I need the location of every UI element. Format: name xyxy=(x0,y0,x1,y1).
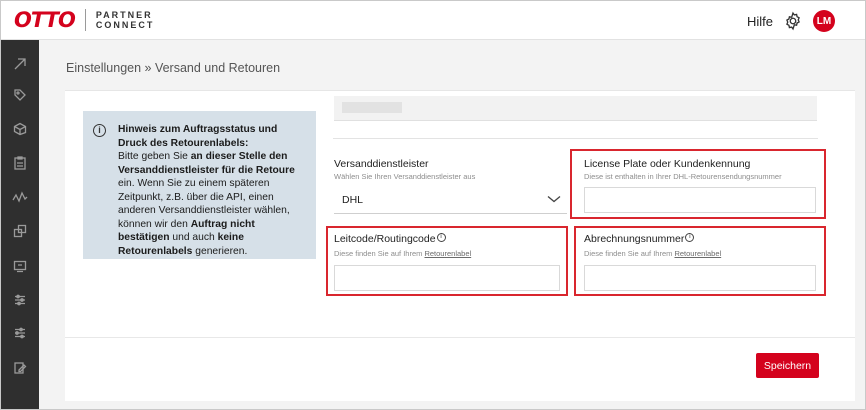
leitcode-label: Leitcode/Routingcode xyxy=(334,233,436,245)
hint-text-1: Bitte geben Sie xyxy=(118,151,191,162)
carrier-select[interactable]: DHL xyxy=(334,187,567,214)
footer-divider xyxy=(65,337,855,338)
document-edit-icon[interactable] xyxy=(10,358,30,378)
blurred-content xyxy=(342,102,402,113)
logo-line-1: PARTNER xyxy=(95,10,153,20)
abrechnung-help: Diese finden Sie auf Ihrem Retourenlabel xyxy=(584,249,721,258)
hint-text-3: und auch xyxy=(169,232,218,243)
logo-separator xyxy=(84,9,86,31)
save-button[interactable]: Speichern xyxy=(756,353,819,378)
shop-icon[interactable] xyxy=(10,256,30,276)
leitcode-help-link[interactable]: Retourenlabel xyxy=(424,249,471,258)
top-right-actions: Hilfe LM xyxy=(747,10,835,32)
info-icon[interactable]: i xyxy=(436,233,446,242)
license-plate-label: License Plate oder Kundenkennung xyxy=(584,158,751,170)
leitcode-help: Diese finden Sie auf Ihrem Retourenlabel xyxy=(334,249,471,258)
carrier-help: Wählen Sie Ihren Versanddienstleister au… xyxy=(334,172,476,181)
carrier-label: Versanddienstleister xyxy=(334,158,429,170)
collapse-icon[interactable] xyxy=(10,54,30,74)
logo-line-2: CONNECT xyxy=(95,20,155,30)
settings-sliders-icon[interactable] xyxy=(10,290,30,310)
info-icon[interactable]: i xyxy=(685,233,695,242)
clipboard-icon[interactable] xyxy=(10,153,30,173)
top-bar: OTTO PARTNER CONNECT Hilfe LM xyxy=(1,1,865,40)
filter-sliders-icon[interactable] xyxy=(10,323,30,343)
info-icon: i xyxy=(93,124,106,137)
package-icon[interactable] xyxy=(10,119,30,139)
logo-brand: OTTO xyxy=(14,8,76,32)
leitcode-input[interactable] xyxy=(334,265,560,291)
info-hint-box: i Hinweis zum Auftragsstatus und Druck d… xyxy=(83,111,316,259)
carrier-selected-value: DHL xyxy=(342,194,364,206)
abrechnung-input[interactable] xyxy=(584,265,816,291)
help-link[interactable]: Hilfe xyxy=(747,14,773,29)
breadcrumb: Einstellungen » Versand und Retouren xyxy=(66,61,281,75)
user-avatar[interactable]: LM xyxy=(813,10,835,32)
abrechnung-label: Abrechnungsnummer xyxy=(584,233,685,245)
leitcode-help-text: Diese finden Sie auf Ihrem xyxy=(334,249,425,258)
hint-title: Hinweis zum Auftragsstatus und Druck des… xyxy=(118,124,278,149)
gear-icon[interactable] xyxy=(783,11,803,31)
abrechnung-label-row: Abrechnungsnummer i xyxy=(584,233,695,245)
otto-partner-connect-logo[interactable]: OTTO PARTNER CONNECT xyxy=(14,8,154,32)
logo-product: PARTNER CONNECT xyxy=(96,10,155,30)
app-window: OTTO PARTNER CONNECT Hilfe LM Einstellun… xyxy=(0,0,866,410)
leitcode-label-row: Leitcode/Routingcode i xyxy=(334,233,446,245)
hint-text: Hinweis zum Auftragsstatus und Druck des… xyxy=(118,123,308,258)
section-divider xyxy=(333,138,818,139)
chevron-down-icon xyxy=(547,196,561,203)
abrechnung-help-link[interactable]: Retourenlabel xyxy=(674,249,721,258)
hint-text-4: generieren. xyxy=(192,245,248,257)
abrechnung-help-text: Diese finden Sie auf Ihrem xyxy=(584,249,675,258)
catalog-icon[interactable] xyxy=(10,221,30,241)
sidebar xyxy=(1,40,39,409)
blurred-field xyxy=(334,96,817,121)
license-plate-input[interactable] xyxy=(584,187,816,213)
analytics-icon[interactable] xyxy=(10,187,30,207)
license-plate-help: Diese ist enthalten in Ihrer DHL-Retoure… xyxy=(584,172,782,181)
tag-icon[interactable] xyxy=(10,85,30,105)
